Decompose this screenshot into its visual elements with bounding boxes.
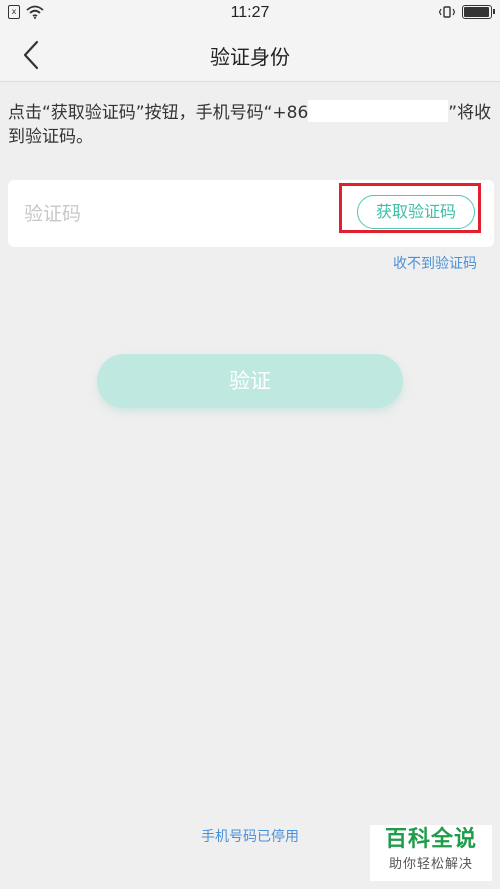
no-code-link[interactable]: 收不到验证码 [393, 253, 477, 273]
status-bar: x 11:27 [0, 0, 500, 28]
hint-prefix: 点击“获取验证码”按钮，手机号码“+86 [8, 103, 309, 123]
verify-button[interactable]: 验证 [97, 354, 403, 408]
status-time: 11:27 [230, 4, 270, 21]
get-code-button[interactable]: 获取验证码 [357, 195, 475, 229]
battery-icon [462, 5, 495, 19]
verification-hint: 点击“获取验证码”按钮，手机号码“+86 ”将收到验证码。 [8, 100, 492, 149]
verification-code-input[interactable] [24, 198, 324, 230]
vibrate-icon [438, 6, 456, 18]
nav-bar: 验证身份 [0, 28, 500, 82]
watermark-subtitle: 助你轻松解决 [388, 857, 473, 872]
watermark-logo: 百科全说 助你轻松解决 [370, 825, 492, 881]
phone-number-mask [308, 100, 449, 122]
watermark-title: 百科全说 [384, 827, 477, 852]
battery-level [464, 7, 490, 17]
status-right [438, 5, 495, 19]
page-title: 验证身份 [210, 45, 290, 69]
